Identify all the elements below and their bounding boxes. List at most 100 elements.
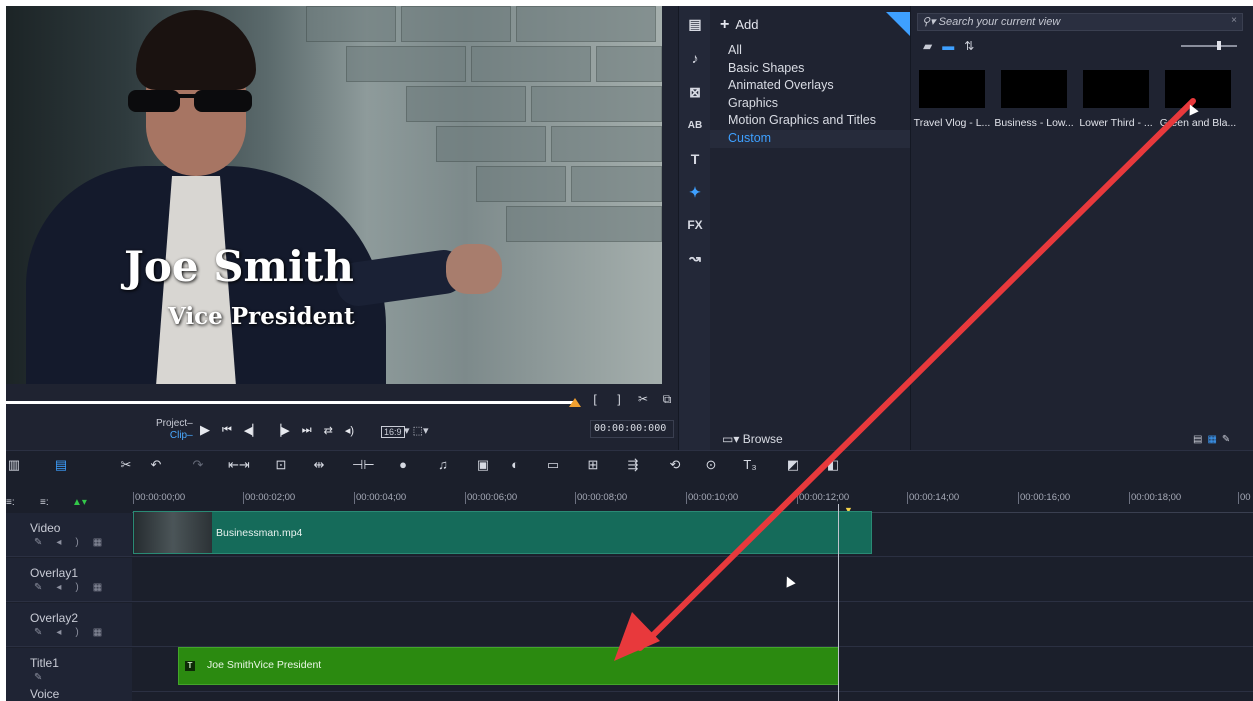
playhead-line[interactable]: [838, 504, 839, 701]
edit-icon[interactable]: ✎: [1222, 434, 1230, 445]
crop-tool-icon[interactable]: ⊡: [272, 457, 290, 473]
audio-mixer-icon[interactable]: ♫: [434, 457, 452, 473]
rotate-icon[interactable]: ⟲: [666, 457, 684, 473]
title-icon[interactable]: T: [685, 149, 705, 169]
volume-icon[interactable]: ◂): [345, 424, 354, 437]
transition-icon[interactable]: ⊠: [685, 82, 705, 102]
track-header-title1[interactable]: Title1 ✎: [6, 648, 132, 692]
fx-icon[interactable]: FX: [685, 215, 705, 235]
multi-trim-icon[interactable]: ⊣⊢: [352, 457, 375, 473]
details-view-icon[interactable]: ▤: [1193, 434, 1202, 445]
motion-tracking-icon[interactable]: ⇶: [624, 457, 642, 473]
category-all[interactable]: All: [710, 42, 910, 60]
enlarge-icon[interactable]: ⧉: [660, 392, 674, 407]
subtitle-icon[interactable]: ▭: [544, 457, 562, 473]
video-clip[interactable]: Businessman.mp4: [133, 511, 872, 554]
video-mask-icon[interactable]: ▣: [474, 457, 492, 473]
3d-title-icon[interactable]: T₃: [740, 457, 760, 473]
scrub-bar[interactable]: [6, 401, 574, 404]
category-custom[interactable]: Custom: [710, 129, 910, 148]
crop-icon[interactable]: ▾ ⬚▾: [404, 424, 429, 437]
play-icon[interactable]: ▶: [200, 422, 210, 438]
thumbnail-item[interactable]: Travel Vlog - L...: [911, 70, 993, 129]
pen-icon[interactable]: ✎: [34, 627, 56, 638]
split-screen-icon[interactable]: ⊞: [584, 457, 602, 473]
thumbnail-image[interactable]: [1165, 70, 1231, 108]
category-basic-shapes[interactable]: Basic Shapes: [710, 60, 910, 78]
timeline-view-icon[interactable]: ▤: [52, 457, 70, 473]
title-clip[interactable]: T Joe SmithVice President: [178, 647, 839, 685]
grid-view-icon[interactable]: ▦: [1207, 434, 1216, 445]
fit-icon[interactable]: ⇤⇥: [228, 457, 250, 473]
overlay-icon[interactable]: ✦: [685, 182, 705, 202]
track-lane-overlay2[interactable]: [132, 603, 1253, 647]
track-header-overlay1[interactable]: Overlay1 ✎◂)▦: [6, 558, 132, 602]
volume-icon[interactable]: ◂): [56, 582, 92, 593]
volume-icon[interactable]: ◂): [56, 627, 92, 638]
thumbnail-size-slider[interactable]: [1181, 45, 1237, 47]
mode-clip-label[interactable]: Clip: [170, 430, 187, 441]
category-graphics[interactable]: Graphics: [710, 95, 910, 113]
timecode-field[interactable]: 00:00:00:000: [590, 420, 674, 438]
thumbnail-item[interactable]: Business - Low...: [993, 70, 1075, 129]
mode-project-label[interactable]: Project: [156, 418, 187, 429]
category-animated-overlays[interactable]: Animated Overlays: [710, 77, 910, 95]
track-header-overlay2[interactable]: Overlay2 ✎◂)▦: [6, 603, 132, 647]
sort-icon[interactable]: ⇅: [964, 39, 974, 53]
thumbnail-image[interactable]: [1083, 70, 1149, 108]
mark-out-button[interactable]: ]: [612, 392, 626, 407]
redo-icon[interactable]: ↷: [190, 457, 206, 473]
pin-icon[interactable]: [886, 12, 910, 36]
title-overlay-name[interactable]: Joe Smith: [124, 242, 354, 291]
import-folder-icon[interactable]: ▰: [923, 39, 932, 53]
media-icon[interactable]: ▤: [685, 14, 705, 34]
video-preview[interactable]: Joe Smith Vice President: [6, 6, 662, 384]
thumbnail-image[interactable]: [1001, 70, 1067, 108]
search-input[interactable]: ⚲▾ Search your current view ×: [917, 13, 1243, 31]
path-icon[interactable]: ↝: [685, 248, 705, 268]
browse-button[interactable]: ▭▾ Browse: [722, 432, 783, 446]
mark-in-button[interactable]: [: [588, 392, 602, 407]
thumbnail-image[interactable]: [919, 70, 985, 108]
prev-frame-icon[interactable]: ◀▏: [244, 424, 261, 437]
thumbnail-item[interactable]: Green and Bla...: [1157, 70, 1239, 129]
magic-tools-icon[interactable]: ✂: [118, 457, 134, 473]
list-view-icon[interactable]: ▬: [942, 39, 954, 53]
volume-icon[interactable]: ◂): [56, 537, 92, 548]
skip-end-icon[interactable]: ⏭: [302, 424, 312, 437]
split-icon[interactable]: ✂: [636, 392, 650, 407]
slider-knob[interactable]: [1217, 41, 1221, 50]
add-track-icon[interactable]: ≡:: [40, 495, 49, 511]
scrub-handle[interactable]: [569, 398, 581, 407]
skip-start-icon[interactable]: ⏮: [222, 424, 232, 437]
music-icon[interactable]: ♪: [685, 48, 705, 68]
pen-icon[interactable]: ✎: [34, 537, 56, 548]
track-header-video[interactable]: Video ✎◂)▦: [6, 513, 132, 557]
grid-icon[interactable]: ▦: [93, 582, 116, 593]
trim-icon[interactable]: ⇹: [310, 457, 328, 473]
repeat-icon[interactable]: ⇄: [324, 424, 333, 437]
time-ruler[interactable]: 00:00:00;00 00:00:02;00 00:00:04;00 00:0…: [132, 491, 1253, 515]
thumbnail-item[interactable]: Lower Third - ...: [1075, 70, 1157, 129]
pen-icon[interactable]: ✎: [34, 672, 56, 683]
mix-icon[interactable]: ◐: [506, 457, 524, 473]
storyboard-view-icon[interactable]: ▥: [6, 457, 22, 473]
track-header-voice[interactable]: Voice: [6, 687, 132, 701]
undo-icon[interactable]: ↶: [148, 457, 164, 473]
track-up-icon[interactable]: ▲▾: [72, 495, 87, 511]
track-lane-overlay1[interactable]: [132, 558, 1253, 602]
grid-icon[interactable]: ▦: [93, 537, 116, 548]
track-manager-icon[interactable]: ≡:: [6, 495, 15, 511]
ab-icon[interactable]: AB: [685, 116, 705, 136]
mask-creator-icon[interactable]: ◩: [784, 457, 802, 473]
overlay-options-icon[interactable]: ◧: [824, 457, 842, 473]
category-motion-graphics[interactable]: Motion Graphics and Titles: [710, 112, 910, 130]
title-overlay-role[interactable]: Vice President: [168, 303, 355, 330]
next-frame-icon[interactable]: ▕▶: [273, 424, 290, 437]
add-button[interactable]: + Add: [720, 16, 758, 34]
close-icon[interactable]: ×: [1231, 15, 1237, 26]
record-icon[interactable]: ●: [394, 457, 412, 473]
aspect-ratio-button[interactable]: 16:9: [381, 426, 405, 438]
pan-zoom-icon[interactable]: ⊙: [702, 457, 720, 473]
grid-icon[interactable]: ▦: [93, 627, 116, 638]
